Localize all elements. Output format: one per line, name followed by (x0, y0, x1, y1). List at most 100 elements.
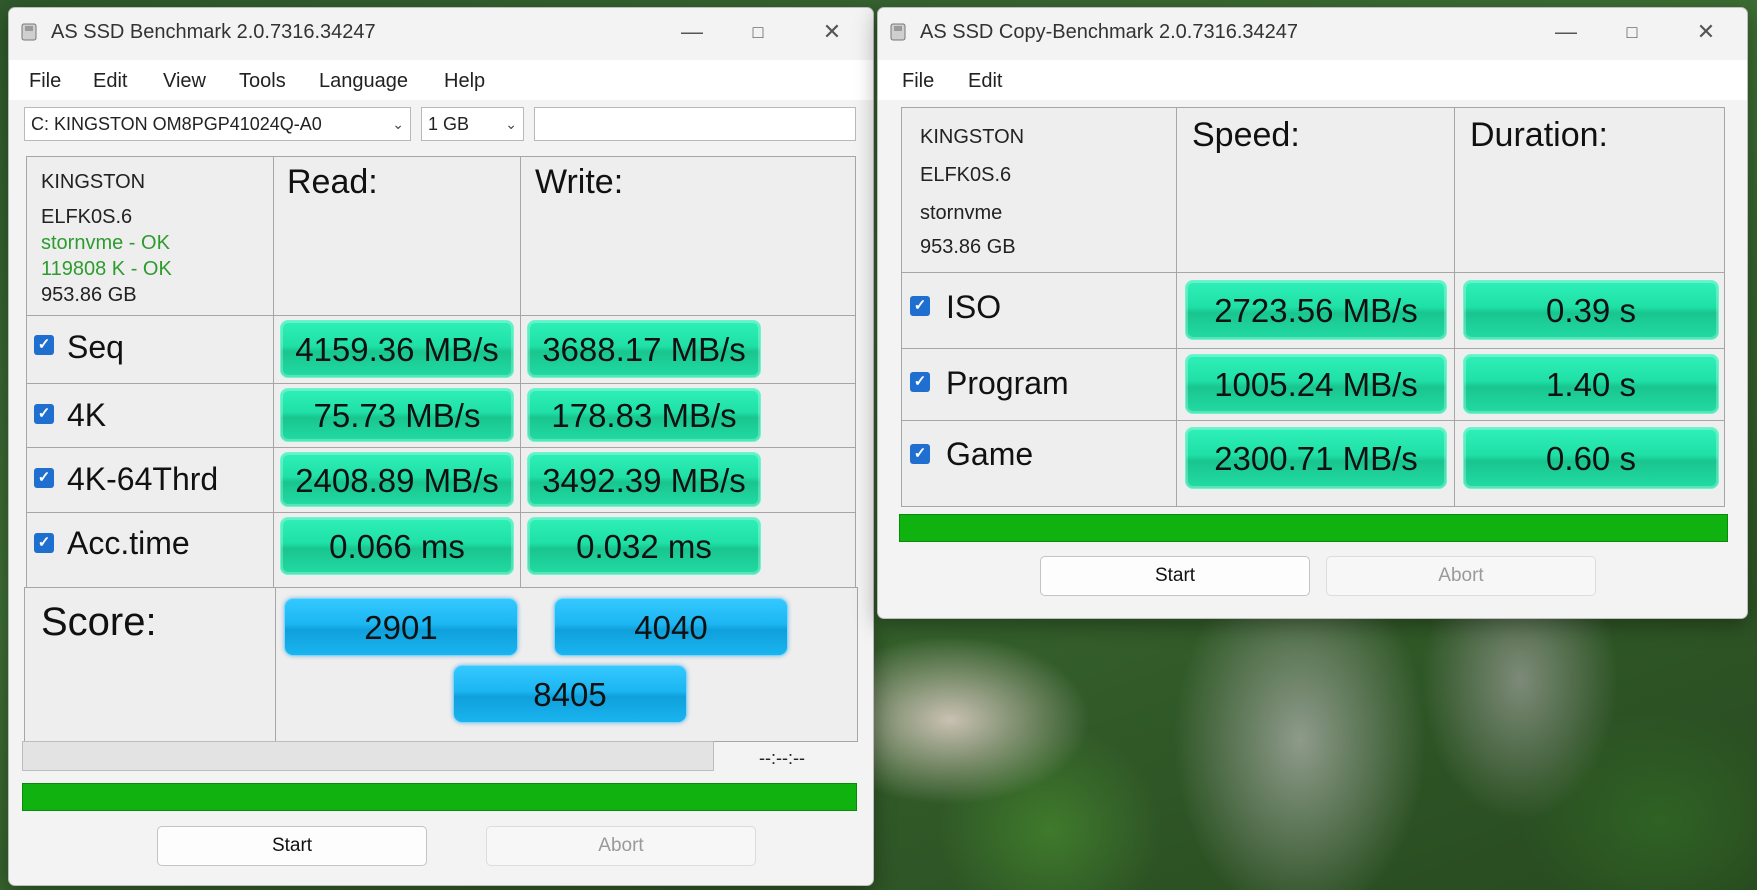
check-icon[interactable]: ✓ (34, 404, 54, 424)
grid-divider (27, 383, 856, 384)
row-label-program: Program (946, 365, 1069, 401)
drive-firmware: ELFK0S.6 (920, 164, 1012, 186)
grid-divider (902, 420, 1725, 421)
grid-divider (27, 447, 856, 448)
check-icon[interactable]: ✓ (34, 468, 54, 488)
window-title: AS SSD Copy-Benchmark 2.0.7316.34247 (920, 21, 1298, 43)
copy-results-grid: KINGSTON ELFK0S.6 stornvme 953.86 GB Spe… (901, 107, 1725, 507)
score-total: 8405 (453, 665, 687, 723)
row-label-acc-time: Acc.time (67, 525, 190, 561)
grid-divider (902, 272, 1725, 273)
title-bar[interactable]: AS SSD Benchmark 2.0.7316.34247 — □ ✕ (9, 8, 873, 56)
check-icon[interactable]: ✓ (34, 335, 54, 355)
score-write: 4040 (554, 598, 788, 656)
row-label-4k-64thrd: 4K-64Thrd (67, 461, 219, 497)
drive-icon (21, 23, 37, 41)
row-label-iso: ISO (946, 289, 1002, 325)
benchmark-window: AS SSD Benchmark 2.0.7316.34247 — □ ✕ Fi… (8, 7, 874, 886)
check-icon[interactable]: ✓ (910, 444, 930, 464)
drive-model: KINGSTON (920, 126, 1025, 148)
grid-divider (1454, 108, 1455, 507)
score-panel: Score: 2901 4040 8405 (24, 587, 858, 742)
drive-model: KINGSTON (41, 171, 146, 193)
abort-button[interactable]: Abort (1326, 556, 1596, 596)
row-label-game: Game (946, 436, 1034, 472)
start-button[interactable]: Start (1040, 556, 1310, 596)
seq-write-value: 3688.17 MB/s (527, 320, 761, 378)
4k-write-value: 178.83 MB/s (527, 388, 761, 442)
copy-progress-track (899, 514, 1728, 542)
maximize-icon[interactable]: □ (735, 17, 781, 47)
grid-divider (273, 157, 274, 589)
iso-speed-value: 2723.56 MB/s (1185, 280, 1447, 340)
row-label-seq: Seq (67, 329, 124, 365)
menu-edit[interactable]: Edit (93, 70, 127, 93)
drive-info: KINGSTON ELFK0S.6 stornvme - OK 119808 K… (41, 169, 172, 308)
size-select[interactable]: 1 GB ⌄ (421, 107, 524, 141)
game-speed-value: 2300.71 MB/s (1185, 427, 1447, 489)
score-read: 2901 (284, 598, 518, 656)
results-grid: KINGSTON ELFK0S.6 stornvme - OK 119808 K… (26, 156, 856, 589)
menu-file[interactable]: File (29, 70, 61, 93)
alignment-status: 119808 K - OK (41, 258, 172, 280)
status-field (534, 107, 856, 141)
abort-button[interactable]: Abort (486, 826, 756, 866)
check-icon[interactable]: ✓ (910, 296, 930, 316)
size-select-value: 1 GB (428, 114, 470, 134)
menu-bar: File Edit View Tools Language Help (9, 60, 873, 100)
grid-divider (275, 588, 276, 742)
4k64-read-value: 2408.89 MB/s (280, 452, 514, 507)
window-title: AS SSD Benchmark 2.0.7316.34247 (51, 21, 376, 43)
drive-info: KINGSTON ELFK0S.6 stornvme 953.86 GB (920, 118, 1024, 262)
row-label-4k: 4K (67, 397, 107, 433)
write-header: Write: (535, 163, 624, 201)
copy-progress-fill (899, 514, 1728, 542)
menu-view[interactable]: View (163, 70, 206, 93)
start-button[interactable]: Start (157, 826, 427, 866)
score-label: Score: (41, 600, 157, 644)
speed-header: Speed: (1192, 116, 1300, 154)
title-bar[interactable]: AS SSD Copy-Benchmark 2.0.7316.34247 — □… (878, 8, 1747, 56)
menu-help[interactable]: Help (444, 70, 485, 93)
maximize-icon[interactable]: □ (1609, 17, 1655, 47)
grid-divider (27, 315, 856, 316)
check-icon[interactable]: ✓ (34, 533, 54, 553)
menu-tools[interactable]: Tools (239, 70, 286, 93)
grid-divider (27, 512, 856, 513)
grid-divider (1176, 108, 1177, 507)
menu-bar: File Edit (878, 60, 1747, 100)
drive-icon (890, 23, 906, 41)
test-progress-bar (22, 741, 714, 771)
close-icon[interactable]: ✕ (1683, 17, 1729, 47)
elapsed-time: --:--:-- (759, 748, 805, 768)
overall-progress-fill (22, 783, 857, 811)
chevron-down-icon: ⌄ (505, 116, 517, 132)
menu-file[interactable]: File (902, 70, 934, 93)
check-icon[interactable]: ✓ (910, 372, 930, 392)
drive-capacity: 953.86 GB (920, 236, 1016, 258)
driver-status: stornvme - OK (41, 232, 170, 254)
acc-write-value: 0.032 ms (527, 517, 761, 575)
minimize-icon[interactable]: — (1543, 17, 1589, 47)
4k-read-value: 75.73 MB/s (280, 388, 514, 442)
drive-capacity: 953.86 GB (41, 284, 137, 306)
overall-progress-track (22, 783, 857, 811)
drive-select-value: C: KINGSTON OM8PGP41024Q-A0 (31, 114, 322, 134)
grid-divider (520, 157, 521, 589)
menu-edit[interactable]: Edit (968, 70, 1002, 93)
game-duration-value: 0.60 s (1463, 427, 1719, 489)
copy-benchmark-window: AS SSD Copy-Benchmark 2.0.7316.34247 — □… (877, 7, 1748, 619)
seq-read-value: 4159.36 MB/s (280, 320, 514, 378)
grid-divider (902, 348, 1725, 349)
minimize-icon[interactable]: — (669, 17, 715, 47)
close-icon[interactable]: ✕ (809, 17, 855, 47)
menu-language[interactable]: Language (319, 70, 408, 93)
chevron-down-icon: ⌄ (392, 116, 404, 132)
drive-select[interactable]: C: KINGSTON OM8PGP41024Q-A0 ⌄ (24, 107, 411, 141)
driver-name: stornvme (920, 202, 1003, 224)
duration-header: Duration: (1470, 116, 1608, 154)
program-duration-value: 1.40 s (1463, 354, 1719, 414)
4k64-write-value: 3492.39 MB/s (527, 452, 761, 507)
iso-duration-value: 0.39 s (1463, 280, 1719, 340)
acc-read-value: 0.066 ms (280, 517, 514, 575)
